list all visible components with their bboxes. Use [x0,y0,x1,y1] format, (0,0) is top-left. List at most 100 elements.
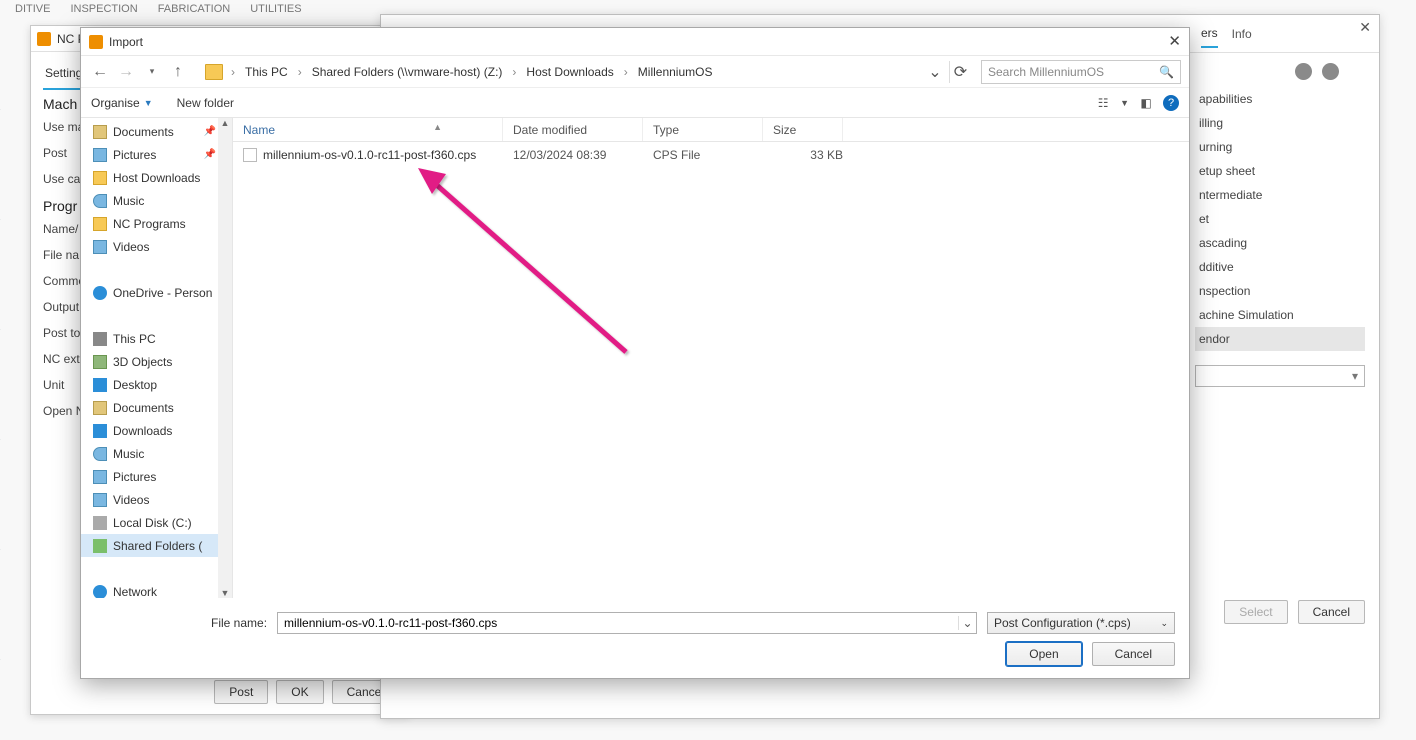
tree-node[interactable]: Downloads [81,419,232,442]
pic-icon [93,470,107,484]
crumb-host-downloads[interactable]: Host Downloads [522,63,617,81]
tab-inspection[interactable]: INSPECTION [70,3,137,15]
tree-node[interactable]: This PC [81,327,232,350]
tree-label: Videos [113,240,149,254]
tree-label: Documents [113,401,174,415]
col-size[interactable]: Size [763,118,843,141]
tree-node[interactable]: Music [81,189,232,212]
file-icon [243,148,257,162]
crumb-millenniumos[interactable]: MillenniumOS [634,63,717,81]
help-icon[interactable]: ? [1163,95,1179,111]
address-dropdown-icon[interactable]: ⌄ [925,62,945,82]
recent-chevron-icon[interactable]: ▾ [141,61,163,83]
tree-node[interactable]: Network [81,580,232,598]
tree-node[interactable]: Shared Folders ( [81,534,232,557]
file-type-filter[interactable]: Post Configuration (*.cps) ⌄ [987,612,1175,634]
chevron-down-icon[interactable]: ▼ [1120,98,1129,108]
file-row[interactable]: millennium-os-v0.1.0-rc11-post-f360.cps … [233,142,1189,168]
tree-label: Videos [113,493,149,507]
filename-input[interactable]: ⌄ [277,612,977,634]
cap-milling[interactable]: illing [1195,111,1365,135]
tab-additive[interactable]: DITIVE [15,3,50,15]
tree-node[interactable]: Pictures📌 [81,143,232,166]
tree-node[interactable]: Pictures [81,465,232,488]
tree-node[interactable]: Local Disk (C:) [81,511,232,534]
crumb-shared-folders[interactable]: Shared Folders (\\vmware-host) (Z:) [308,63,507,81]
tree-label: This PC [113,332,156,346]
preview-pane-icon[interactable]: ◧ [1137,94,1155,112]
cancel-button[interactable]: Cancel [1092,642,1175,666]
ok-button[interactable]: OK [276,680,323,704]
disk-icon [93,516,107,530]
close-icon[interactable]: ✕ [1359,19,1371,36]
vendor-combo[interactable]: ▾ [1195,365,1365,387]
chevron-right-icon[interactable]: › [296,65,304,79]
music-icon [93,194,107,208]
tree-node[interactable]: Host Downloads [81,166,232,189]
tree-node[interactable]: Videos [81,488,232,511]
desk-icon [93,378,107,392]
crumb-this-pc[interactable]: This PC [241,63,292,81]
tab-info[interactable]: Info [1232,21,1252,47]
tree-node[interactable]: 3D Objects [81,350,232,373]
tab-fabrication[interactable]: FABRICATION [158,3,231,15]
col-date[interactable]: Date modified [503,118,643,141]
tree-label: Host Downloads [113,171,200,185]
filename-label: File name: [211,616,267,630]
cap-jet[interactable]: et [1195,207,1365,231]
music-icon [93,447,107,461]
cap-machine-sim[interactable]: achine Simulation [1195,303,1365,327]
tree-node[interactable]: Videos [81,235,232,258]
chevron-right-icon[interactable]: › [229,65,237,79]
cap-inspection[interactable]: nspection [1195,279,1365,303]
col-name[interactable]: Name ▲ [233,118,503,141]
breadcrumb[interactable]: › This PC › Shared Folders (\\vmware-hos… [229,63,921,81]
file-header[interactable]: Name ▲ Date modified Type Size [233,118,1189,142]
tree-node[interactable]: Documents📌 [81,120,232,143]
tab-parameters[interactable]: ers [1201,20,1218,48]
tab-utilities[interactable]: UTILITIES [250,3,301,15]
fold-icon [93,217,107,231]
chevron-right-icon[interactable]: › [622,65,630,79]
tree-node[interactable]: Music [81,442,232,465]
tree-node[interactable] [81,258,232,281]
cap-intermediate[interactable]: ntermediate [1195,183,1365,207]
vid-icon [93,493,107,507]
view-options-icon[interactable]: ☷ [1094,94,1112,112]
filename-field[interactable] [278,616,958,630]
tree-node[interactable]: Desktop [81,373,232,396]
cap-additive[interactable]: dditive [1195,255,1365,279]
cap-vendor[interactable]: endor [1195,327,1365,351]
new-folder-button[interactable]: New folder [177,96,234,110]
post-button[interactable]: Post [214,680,268,704]
close-icon[interactable]: ✕ [1168,32,1181,50]
back-button[interactable]: ← [89,61,111,83]
cap-turning[interactable]: urning [1195,135,1365,159]
select-button[interactable]: Select [1224,600,1287,624]
up-button[interactable]: ↑ [167,61,189,83]
user-icon[interactable] [1295,63,1312,80]
file-type: CPS File [643,148,763,162]
tree-node[interactable]: NC Programs [81,212,232,235]
open-button[interactable]: Open [1006,642,1081,666]
filename-dropdown-icon[interactable]: ⌄ [958,616,976,630]
refresh-button[interactable]: ⟳ [949,61,971,83]
cap-cascading[interactable]: ascading [1195,231,1365,255]
organise-menu[interactable]: Organise ▼ [91,96,153,110]
chevron-right-icon[interactable]: › [510,65,518,79]
tree-label: Downloads [113,424,172,438]
tree-node[interactable] [81,557,232,580]
forward-button[interactable]: → [115,61,137,83]
tree-scrollbar[interactable]: ▲▼ [218,118,232,598]
help-icon[interactable] [1322,63,1339,80]
cap-setup-sheet[interactable]: etup sheet [1195,159,1365,183]
cancel-button[interactable]: Cancel [1298,600,1365,624]
search-input[interactable]: Search MillenniumOS 🔍 [981,60,1181,84]
col-type[interactable]: Type [643,118,763,141]
sf-icon [93,539,107,553]
tree-node[interactable] [81,304,232,327]
tree-node[interactable]: Documents [81,396,232,419]
tree-node[interactable]: OneDrive - Person [81,281,232,304]
nav-tree[interactable]: ▲▼ Documents📌Pictures📌 Host Downloads Musi… [81,118,233,598]
pc-icon [93,332,107,346]
